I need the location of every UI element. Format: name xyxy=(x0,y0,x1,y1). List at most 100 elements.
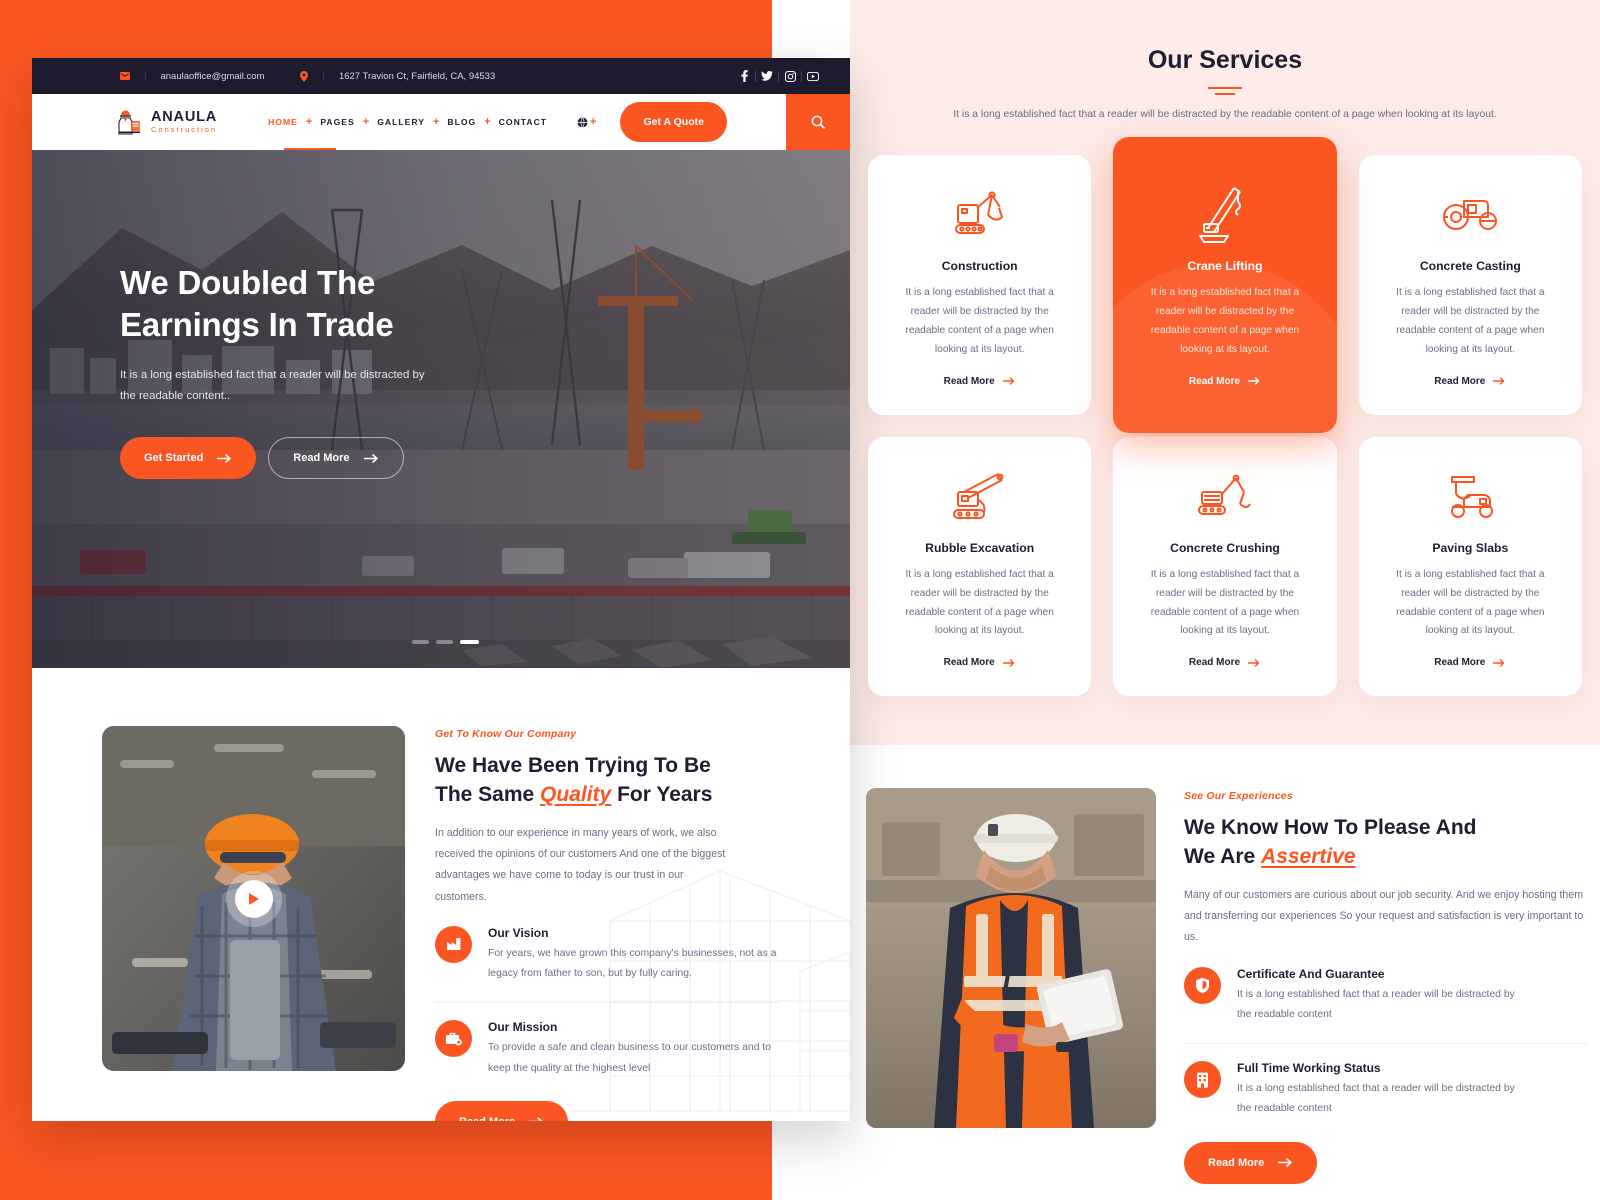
experience-title-line1: We Know How To Please And xyxy=(1184,816,1477,839)
arrow-right-icon xyxy=(1002,659,1016,667)
service-title: Concrete Crushing xyxy=(1170,540,1280,555)
services-subtitle: It is a long established fact that a rea… xyxy=(953,109,1497,120)
nav-plus-icon-language[interactable]: + xyxy=(588,116,598,128)
service-description: It is a long established fact that a rea… xyxy=(1396,568,1545,637)
about-video-thumbnail[interactable] xyxy=(102,726,405,1071)
nav-item-home[interactable]: HOME xyxy=(262,117,304,127)
about-title-line1: We Have Been Trying To Be xyxy=(435,754,711,777)
divider: | xyxy=(144,70,147,82)
construction-worker-logo-icon xyxy=(117,108,143,136)
read-more-label: Read More xyxy=(1188,657,1241,669)
service-card-concrete-crushing[interactable]: Concrete Crushing It is a long establish… xyxy=(1113,436,1337,697)
hero-description: It is a long established fact that a rea… xyxy=(120,369,425,403)
excavator-icon xyxy=(890,185,1069,245)
service-card-concrete-casting[interactable]: Concrete Casting It is a long establishe… xyxy=(1358,155,1582,415)
logo-name: ANAULA xyxy=(151,109,218,126)
briefcase-tools-icon xyxy=(435,1020,472,1058)
search-icon xyxy=(811,115,825,129)
service-card-paving-slabs[interactable]: Paving Slabs It is a long established fa… xyxy=(1358,436,1582,697)
arrow-right-icon xyxy=(217,454,232,463)
service-description: It is a long established fact that a rea… xyxy=(905,287,1054,355)
search-button[interactable] xyxy=(786,94,850,150)
globe-icon[interactable] xyxy=(577,116,588,128)
about-title-highlight: Quality xyxy=(540,782,612,806)
play-icon xyxy=(247,892,260,906)
arrow-right-icon xyxy=(363,454,379,463)
service-description: It is a long established fact that a rea… xyxy=(905,568,1054,637)
nav-item-contact[interactable]: CONTACT xyxy=(493,117,553,127)
service-title: Crane Lifting xyxy=(1187,259,1263,274)
arrow-right-icon xyxy=(1248,377,1261,385)
service-card-construction[interactable]: Construction It is a long established fa… xyxy=(868,155,1092,415)
service-read-more[interactable]: Read More xyxy=(1434,376,1506,387)
nav-item-gallery[interactable]: GALLERY xyxy=(371,117,431,127)
experience-feature-certificate-title: Certificate And Guarantee xyxy=(1237,966,1385,981)
logo-subtitle: Construction xyxy=(151,124,218,134)
arrow-right-icon xyxy=(1493,377,1506,385)
about-read-more-button[interactable]: Read More xyxy=(435,1100,569,1121)
services-title: Our Services xyxy=(1147,46,1303,74)
get-a-quote-button[interactable]: Get A Quote xyxy=(620,102,727,142)
nav-plus-icon-home[interactable]: + xyxy=(304,116,314,128)
read-more-label: Read More xyxy=(943,375,995,387)
experience-feature-certificate: Certificate And Guarantee It is a long e… xyxy=(1184,966,1588,1026)
arrow-right-icon xyxy=(1002,377,1016,385)
experience-eyebrow: See Our Experiences xyxy=(1184,790,1293,802)
nav-plus-icon-pages[interactable]: + xyxy=(361,116,371,128)
nav-item-blog[interactable]: BLOG xyxy=(441,117,482,127)
about-feature-mission-desc: To provide a safe and clean business to … xyxy=(488,1042,772,1074)
facebook-icon[interactable] xyxy=(733,70,755,82)
service-read-more[interactable]: Read More xyxy=(944,657,1016,668)
experience-read-more-button[interactable]: Read More xyxy=(1184,1141,1318,1184)
twitter-icon[interactable] xyxy=(756,71,778,81)
main-navigation: HOME + PAGES + GALLERY + BLOG + CONTACT … xyxy=(262,116,598,128)
service-card-crane-lifting[interactable]: Crane Lifting It is a long established f… xyxy=(1113,137,1337,433)
service-read-more[interactable]: Read More xyxy=(944,376,1016,387)
arrow-right-icon xyxy=(1493,659,1506,667)
get-started-button[interactable]: Get Started xyxy=(120,437,257,480)
experience-feature-fulltime: Full Time Working Status It is a long es… xyxy=(1184,1043,1588,1120)
service-read-more[interactable]: Read More xyxy=(1189,376,1261,387)
social-links xyxy=(733,70,824,82)
service-title: Concrete Casting xyxy=(1419,259,1521,274)
experience-title: We Know How To Please And We Are Asserti… xyxy=(1184,814,1588,872)
service-description: It is a long established fact that a rea… xyxy=(1150,287,1300,355)
service-read-more[interactable]: Read More xyxy=(1189,657,1261,668)
service-title: Rubble Excavation xyxy=(925,540,1035,555)
service-title: Paving Slabs xyxy=(1432,540,1509,555)
about-feature-vision-title: Our Vision xyxy=(488,925,549,940)
site-logo[interactable]: ANAULA Construction xyxy=(117,108,217,136)
read-more-label: Read More xyxy=(1188,375,1241,387)
experience-read-more-label: Read More xyxy=(1208,1156,1265,1169)
email-contact[interactable]: | anaulaoffice@gmail.com xyxy=(120,71,264,82)
site-header: ANAULA Construction HOME + PAGES + GALLE… xyxy=(32,94,850,151)
slider-pagination[interactable] xyxy=(412,640,479,644)
experience-feature-certificate-desc: It is a long established fact that a rea… xyxy=(1237,988,1515,1020)
experience-title-highlight: Assertive xyxy=(1261,844,1356,868)
divider: | xyxy=(322,70,325,82)
about-description: In addition to our experience in many ye… xyxy=(435,826,726,903)
address-contact[interactable]: | 1627 Travion Ct, Fairfield, CA, 94533 xyxy=(300,70,495,82)
play-button[interactable] xyxy=(234,879,273,918)
nav-item-pages[interactable]: PAGES xyxy=(314,117,360,127)
service-read-more[interactable]: Read More xyxy=(1434,657,1506,668)
hero-read-more-button[interactable]: Read More xyxy=(268,437,404,480)
email-text: anaulaoffice@gmail.com xyxy=(160,70,265,82)
crane-icon xyxy=(1135,185,1314,245)
top-contact-bar: | anaulaoffice@gmail.com | 1627 Travion … xyxy=(32,58,850,94)
read-more-label: Read More xyxy=(1434,375,1486,387)
about-feature-mission: Our Mission To provide a safe and clean … xyxy=(435,1002,780,1079)
nav-plus-icon-gallery[interactable]: + xyxy=(431,116,441,128)
slider-dot-1[interactable] xyxy=(412,640,429,644)
experience-section: See Our Experiences We Know How To Pleas… xyxy=(866,788,1588,1184)
title-divider xyxy=(1208,87,1242,95)
instagram-icon[interactable] xyxy=(779,70,801,82)
service-title: Construction xyxy=(941,259,1018,274)
youtube-icon[interactable] xyxy=(802,71,824,81)
service-card-rubble-excavation[interactable]: Rubble Excavation It is a long establish… xyxy=(868,436,1092,697)
hero-title-line2: Earnings In Trade xyxy=(120,305,394,343)
crawler-crane-icon xyxy=(890,467,1069,527)
nav-plus-icon-blog[interactable]: + xyxy=(482,116,492,128)
slider-dot-3-active[interactable] xyxy=(460,640,479,644)
slider-dot-2[interactable] xyxy=(436,640,453,644)
